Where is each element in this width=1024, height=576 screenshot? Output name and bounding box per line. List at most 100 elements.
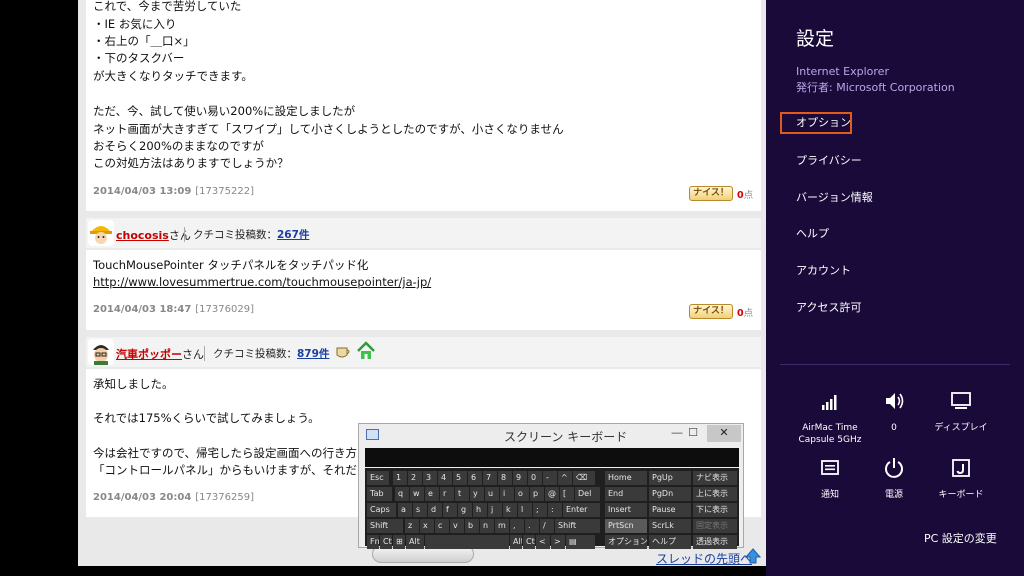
osk-key[interactable]: v	[450, 519, 464, 533]
osk-key[interactable]: Caps	[367, 503, 396, 517]
osk-key[interactable]: ,	[510, 519, 524, 533]
post-count-link[interactable]: 879件	[297, 348, 329, 360]
osk-key[interactable]: q	[395, 487, 409, 501]
osk-key[interactable]: Shift	[367, 519, 403, 533]
osk-key[interactable]: j	[488, 503, 502, 517]
osk-key[interactable]: b	[465, 519, 479, 533]
osk-key[interactable]: Tab	[367, 487, 392, 501]
osk-key[interactable]: ⌫	[573, 471, 595, 485]
menu-options[interactable]: オプション	[780, 112, 852, 134]
osk-key[interactable]: p	[530, 487, 544, 501]
osk-key[interactable]: :	[548, 503, 562, 517]
osk-key[interactable]: Shift	[555, 519, 600, 533]
osk-key[interactable]: End	[605, 487, 647, 501]
maximize-button[interactable]: ☐	[680, 425, 706, 442]
osk-key[interactable]: f	[443, 503, 457, 517]
osk-key[interactable]: 4	[438, 471, 452, 485]
osk-key[interactable]: o	[515, 487, 529, 501]
osk-key[interactable]: ;	[533, 503, 547, 517]
osk-key[interactable]: 上に表示	[693, 487, 737, 501]
osk-key[interactable]: Esc	[367, 471, 389, 485]
osk-key[interactable]: .	[525, 519, 539, 533]
osk-key[interactable]: 3	[423, 471, 437, 485]
osk-key[interactable]: Del	[575, 487, 600, 501]
osk-key[interactable]: オプション	[605, 535, 647, 549]
osk-key[interactable]: k	[503, 503, 517, 517]
osk-key[interactable]: 6	[468, 471, 482, 485]
arrow-up-icon[interactable]	[745, 548, 761, 564]
osk-key[interactable]: 0	[528, 471, 542, 485]
osk-key[interactable]: m	[495, 519, 509, 533]
osk-key[interactable]: t	[455, 487, 469, 501]
osk-key[interactable]: 9	[513, 471, 527, 485]
osk-key[interactable]: ⊞	[393, 535, 405, 549]
osk-key[interactable]: a	[398, 503, 412, 517]
post-count-link[interactable]: 267件	[277, 229, 309, 241]
osk-key[interactable]: [	[560, 487, 574, 501]
nice-button[interactable]: ナイス！	[689, 304, 733, 319]
osk-key[interactable]: PrtScn	[605, 519, 647, 533]
osk-key[interactable]: u	[485, 487, 499, 501]
osk-key[interactable]: Insert	[605, 503, 647, 517]
osk-key[interactable]: x	[420, 519, 434, 533]
nice-button[interactable]: ナイス！	[689, 186, 733, 201]
thread-top-link[interactable]: スレッドの先頭へ	[656, 550, 752, 566]
post-url-link[interactable]: http://www.lovesummertrue.com/touchmouse…	[93, 275, 431, 289]
osk-key[interactable]: g	[458, 503, 472, 517]
osk-key[interactable]: ScrLk	[649, 519, 691, 533]
osk-key[interactable]: n	[480, 519, 494, 533]
osk-key[interactable]: ヘルプ	[649, 535, 691, 549]
osk-key[interactable]: w	[410, 487, 424, 501]
osk-key[interactable]: 1	[393, 471, 407, 485]
osk-key[interactable]: PgUp	[649, 471, 691, 485]
osk-key[interactable]: y	[470, 487, 484, 501]
menu-privacy[interactable]: プライバシー	[796, 152, 862, 168]
osk-key[interactable]: Ctrl	[523, 535, 535, 549]
osk-key[interactable]: Home	[605, 471, 647, 485]
osk-key[interactable]: -	[543, 471, 557, 485]
osk-key[interactable]: 8	[498, 471, 512, 485]
osk-key[interactable]: 透過表示	[693, 535, 737, 549]
osk-key[interactable]: z	[405, 519, 419, 533]
osk-titlebar[interactable]: スクリーン キーボード ― ☐ ✕	[359, 424, 743, 446]
osk-key[interactable]: Fn	[367, 535, 379, 549]
osk-key[interactable]: Enter	[563, 503, 600, 517]
osk-key[interactable]: 2	[408, 471, 422, 485]
user-link[interactable]: chocosis	[116, 229, 169, 242]
osk-key[interactable]: r	[440, 487, 454, 501]
osk-key[interactable]: @	[545, 487, 559, 501]
osk-key[interactable]	[425, 535, 509, 549]
osk-key[interactable]: d	[428, 503, 442, 517]
osk-key[interactable]: Alt	[406, 535, 424, 549]
change-pc-settings-link[interactable]: PC 設定の変更	[924, 530, 997, 546]
user-link[interactable]: 汽車ポッポー	[116, 348, 182, 361]
osk-key[interactable]: l	[518, 503, 532, 517]
osk-key[interactable]: 下に表示	[693, 503, 737, 517]
osk-key[interactable]: ^	[558, 471, 572, 485]
avatar[interactable]	[88, 220, 114, 246]
osk-key[interactable]: i	[500, 487, 514, 501]
osk-key[interactable]: PgDn	[649, 487, 691, 501]
osk-key[interactable]: <	[536, 535, 550, 549]
osk-key[interactable]: e	[425, 487, 439, 501]
menu-account[interactable]: アカウント	[796, 262, 851, 278]
osk-key[interactable]: >	[551, 535, 565, 549]
menu-version-info[interactable]: バージョン情報	[796, 189, 873, 205]
osk-key[interactable]: 固定表示	[693, 519, 737, 533]
menu-permissions[interactable]: アクセス許可	[796, 299, 861, 315]
osk-key[interactable]: 5	[453, 471, 467, 485]
osk-key[interactable]: h	[473, 503, 487, 517]
osk-key[interactable]: s	[413, 503, 427, 517]
osk-key[interactable]: Ctrl	[380, 535, 392, 549]
osk-key[interactable]: c	[435, 519, 449, 533]
avatar[interactable]	[88, 339, 114, 365]
osk-key[interactable]: 7	[483, 471, 497, 485]
close-button[interactable]: ✕	[707, 425, 741, 442]
display-tile[interactable]: ディスプレイ	[921, 390, 1001, 434]
osk-key[interactable]: ▤	[566, 535, 595, 549]
osk-key[interactable]: Pause	[649, 503, 691, 517]
osk-key[interactable]: /	[540, 519, 554, 533]
keyboard-tile[interactable]: キーボード	[921, 457, 1001, 501]
osk-key[interactable]: ナビ表示	[693, 471, 737, 485]
menu-help[interactable]: ヘルプ	[796, 225, 829, 241]
